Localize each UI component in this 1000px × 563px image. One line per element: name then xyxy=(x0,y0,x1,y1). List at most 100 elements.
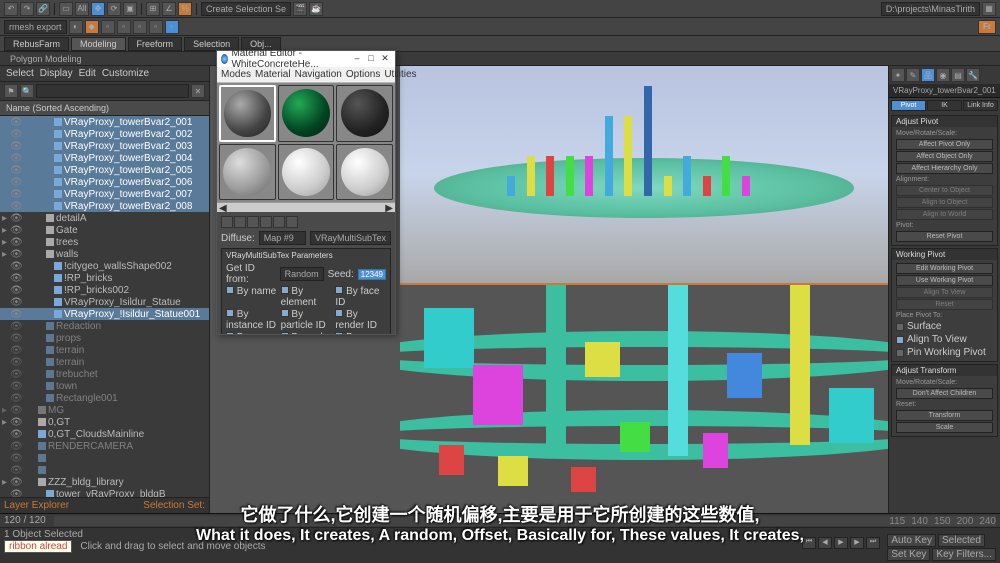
tree-row[interactable]: 👁trebuchet xyxy=(0,368,209,380)
tree-row[interactable]: 👁Redaction xyxy=(0,320,209,332)
adjust-pivot-title[interactable]: Adjust Pivot xyxy=(892,116,997,127)
material-swatch-3[interactable] xyxy=(336,85,393,142)
scene-menu-display[interactable]: Display xyxy=(40,68,73,79)
tool-d[interactable]: ▫ xyxy=(149,20,163,34)
tree-row[interactable]: ▸👁0,GT xyxy=(0,416,209,428)
percent-snap-icon[interactable]: % xyxy=(178,2,192,16)
tree-row[interactable]: 👁VRayProxy_Isildur_Statue xyxy=(0,296,209,308)
goto-end-icon[interactable]: ⏭ xyxy=(866,537,880,549)
minimize-icon[interactable]: – xyxy=(351,53,363,65)
tree-row[interactable]: ▸👁ZZZ_bldg_library xyxy=(0,476,209,488)
tree-row[interactable]: ▸👁trees xyxy=(0,236,209,248)
snap-icon[interactable]: ⊞ xyxy=(146,2,160,16)
pin-wp-check[interactable] xyxy=(896,349,904,357)
by-option[interactable]: By element xyxy=(281,286,332,308)
edit-wp-button[interactable]: Edit Working Pivot xyxy=(896,263,993,274)
motion-tab-icon[interactable]: ◉ xyxy=(936,68,950,82)
map-type-field[interactable]: VRayMultiSubTex xyxy=(310,231,391,245)
mesh-export-field[interactable]: rmesh export xyxy=(4,20,67,34)
mat-menu-navigation[interactable]: Navigation xyxy=(295,69,342,80)
by-option[interactable]: By object ID xyxy=(226,332,277,334)
tree-row[interactable]: 👁VRayProxy_towerBvar2_002 xyxy=(0,128,209,140)
tree-row[interactable]: 👁Rectangle001 xyxy=(0,392,209,404)
tab-rebusfarm[interactable]: RebusFarm xyxy=(4,37,69,51)
material-swatch-5[interactable] xyxy=(278,144,335,201)
tool-b[interactable]: ▫ xyxy=(117,20,131,34)
scene-menu-customize[interactable]: Customize xyxy=(102,68,149,79)
tree-row[interactable]: ▸👁Gate xyxy=(0,224,209,236)
selected-dropdown[interactable]: Selected xyxy=(938,534,985,547)
tree-row[interactable]: 👁VRayProxy_!Isildur_Statue001 xyxy=(0,308,209,320)
tool-c[interactable]: ▫ xyxy=(133,20,147,34)
filter-icon[interactable]: ⚑ xyxy=(4,84,18,98)
tree-row[interactable]: 👁tower_vRayProxy_bldgB xyxy=(0,488,209,497)
linkinfo-tab[interactable]: Link Info xyxy=(963,100,998,111)
next-frame-icon[interactable]: ▶ xyxy=(850,537,864,549)
tool-orange[interactable]: ◆ xyxy=(85,20,99,34)
tree-row[interactable]: ▸👁MG xyxy=(0,404,209,416)
project-path[interactable]: D:\projects\MinasTirith xyxy=(881,2,980,16)
scroll-right-icon[interactable]: ▶ xyxy=(385,203,393,212)
keyfilters-button[interactable]: Key Filters... xyxy=(932,548,996,561)
tree-row[interactable]: 👁VRayProxy_towerBvar2_003 xyxy=(0,140,209,152)
autokey-button[interactable]: Auto Key xyxy=(887,534,936,547)
mat-menu-material[interactable]: Material xyxy=(255,69,291,80)
reset-pivot-button[interactable]: Reset Pivot xyxy=(896,231,993,242)
setkey-button[interactable]: Set Key xyxy=(887,548,930,561)
mat-tool-5[interactable] xyxy=(273,216,285,228)
tree-row[interactable]: 👁!RP_bricks002 xyxy=(0,284,209,296)
mat-tool-1[interactable] xyxy=(221,216,233,228)
search-icon[interactable]: 🔍 xyxy=(20,84,34,98)
all-icon[interactable]: All xyxy=(75,2,89,16)
reset-scale-button[interactable]: Scale xyxy=(896,422,993,433)
mat-tool-3[interactable] xyxy=(247,216,259,228)
select-icon[interactable]: ▭ xyxy=(59,2,73,16)
get-id-dropdown[interactable]: Random xyxy=(280,267,324,281)
ik-tab[interactable]: IK xyxy=(927,100,962,111)
clear-search-icon[interactable]: ✕ xyxy=(191,84,205,98)
scene-header[interactable]: Name (Sorted Ascending) xyxy=(0,101,209,116)
tab-modeling[interactable]: Modeling xyxy=(71,37,126,51)
create-tab-icon[interactable]: ✦ xyxy=(891,68,905,82)
close-icon[interactable]: ✕ xyxy=(379,53,391,65)
viewport-top[interactable] xyxy=(400,66,888,283)
tree-row[interactable]: 👁VRayProxy_towerBvar2_001 xyxy=(0,116,209,128)
scene-search-input[interactable] xyxy=(36,84,189,98)
by-option[interactable]: By instance ID xyxy=(226,309,277,331)
tab-freeform[interactable]: Freeform xyxy=(128,37,183,51)
affect-pivot-button[interactable]: Affect Pivot Only xyxy=(896,139,993,150)
working-pivot-title[interactable]: Working Pivot xyxy=(892,249,997,260)
tree-row[interactable]: 👁props xyxy=(0,332,209,344)
tree-row[interactable]: 👁terrain xyxy=(0,344,209,356)
display-tab-icon[interactable]: ▤ xyxy=(951,68,965,82)
dont-affect-button[interactable]: Don't Affect Children xyxy=(896,388,993,399)
tool-blue[interactable]: ▫ xyxy=(165,20,179,34)
tool-a[interactable]: ▫ xyxy=(101,20,115,34)
tree-row[interactable]: 👁VRayProxy_towerBvar2_004 xyxy=(0,152,209,164)
by-option[interactable]: By name xyxy=(226,286,277,308)
material-swatch-6[interactable] xyxy=(336,144,393,201)
by-option[interactable]: By render ID xyxy=(335,309,386,331)
mat-tool-2[interactable] xyxy=(234,216,246,228)
maxscript-prompt[interactable]: ribbon alread xyxy=(4,540,72,553)
reset-transform-button[interactable]: Transform xyxy=(896,410,993,421)
material-swatch-2[interactable] xyxy=(278,85,335,142)
modify-tab-icon[interactable]: ✎ xyxy=(906,68,920,82)
hierarchy-tab-icon[interactable]: 品 xyxy=(921,68,935,82)
prev-frame-icon[interactable]: ◀ xyxy=(818,537,832,549)
tree-row[interactable]: 👁VRayProxy_towerBvar2_006 xyxy=(0,176,209,188)
scroll-left-icon[interactable]: ◀ xyxy=(219,203,227,212)
create-selection-dropdown[interactable]: Create Selection Se xyxy=(201,2,291,16)
undo-icon[interactable]: ↶ xyxy=(4,2,18,16)
mat-menu-modes[interactable]: Modes xyxy=(221,69,251,80)
tree-row[interactable]: ▸👁detailA xyxy=(0,212,209,224)
scene-menu-edit[interactable]: Edit xyxy=(79,68,96,79)
surface-check[interactable] xyxy=(896,323,904,331)
play-icon[interactable]: ▶ xyxy=(834,537,848,549)
scale-icon[interactable]: ▣ xyxy=(123,2,137,16)
tree-row[interactable]: 👁terrain xyxy=(0,356,209,368)
tree-row[interactable]: 👁0,GT_CloudsMainline xyxy=(0,428,209,440)
pivot-tab[interactable]: Pivot xyxy=(891,100,926,111)
goto-start-icon[interactable]: ⏮ xyxy=(802,537,816,549)
move-icon[interactable]: ✥ xyxy=(91,2,105,16)
